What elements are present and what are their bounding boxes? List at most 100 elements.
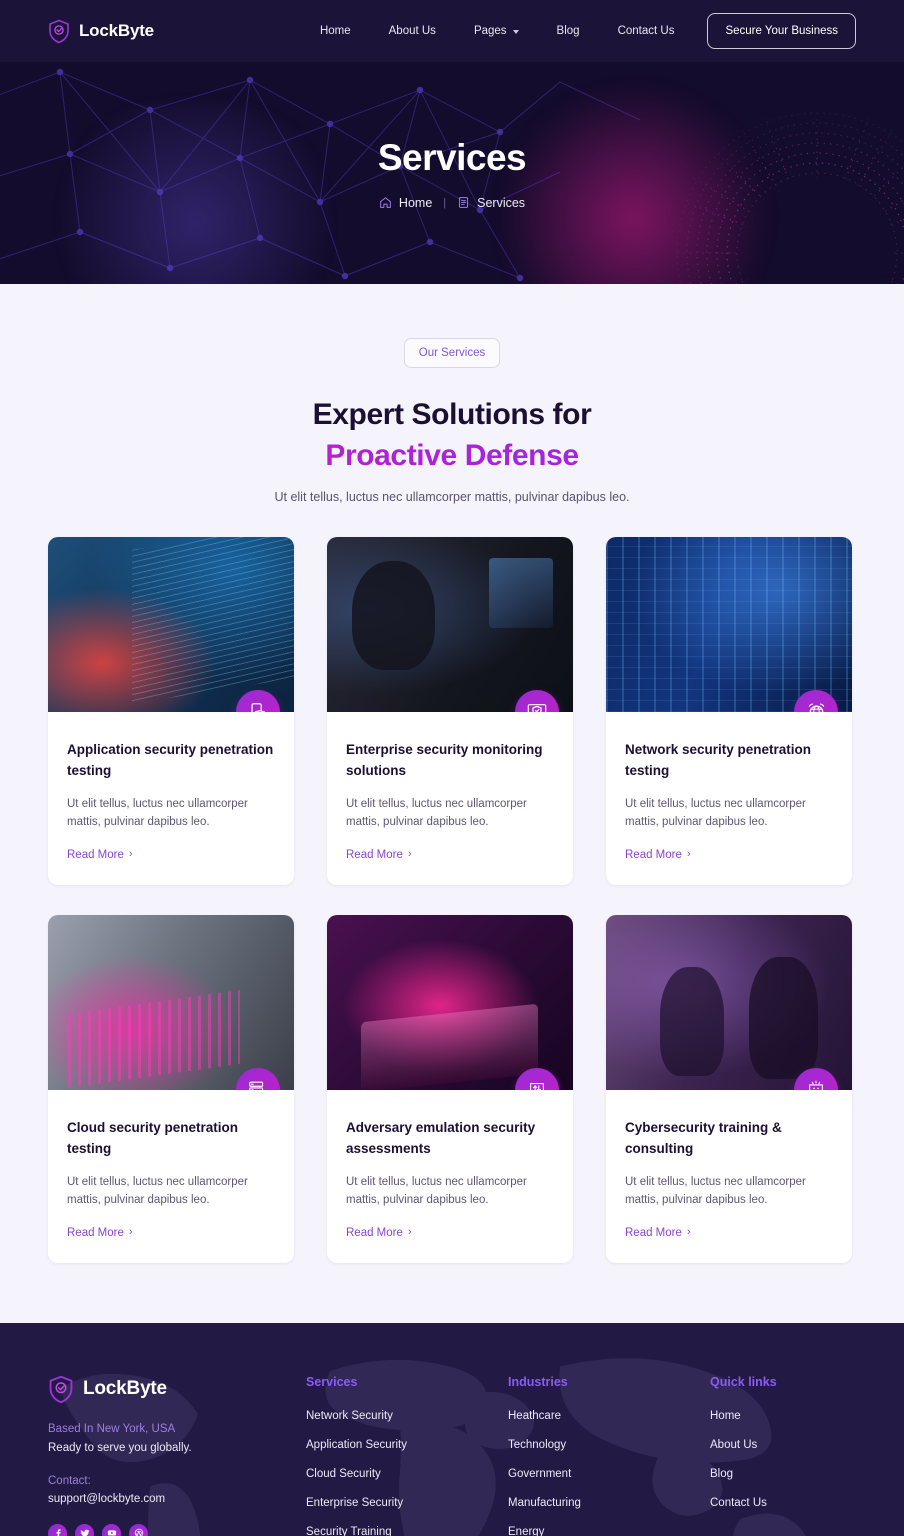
chevron-right-icon: › xyxy=(128,1226,133,1239)
footer-contact-label: Contact: xyxy=(48,1474,91,1487)
card-text: Ut elit tellus, luctus nec ullamcorper m… xyxy=(346,1175,527,1207)
read-more-label: Read More xyxy=(346,1226,403,1239)
footer-link[interactable]: Government xyxy=(508,1468,710,1480)
card-body: Adversary emulation security assessments… xyxy=(327,1090,573,1263)
card-media xyxy=(327,914,573,1090)
footer-link[interactable]: Energy xyxy=(508,1526,710,1536)
footer-tagline: Ready to serve you globally. xyxy=(48,1441,192,1454)
footer-columns: LockByte Based In New York, USA Ready to… xyxy=(48,1375,856,1536)
brand-logo[interactable]: LockByte xyxy=(48,19,154,44)
card-body: Enterprise security monitoring solutions… xyxy=(327,712,573,885)
breadcrumb-item-home[interactable]: Home xyxy=(379,196,432,210)
footer-link[interactable]: Heathcare xyxy=(508,1410,710,1422)
card-text: Ut elit tellus, luctus nec ullamcorper m… xyxy=(67,797,248,829)
read-more-link[interactable]: Read More › xyxy=(625,849,691,861)
chevron-down-icon xyxy=(512,29,519,34)
card-media xyxy=(48,914,294,1090)
service-card[interactable]: Adversary emulation security assessments… xyxy=(327,914,573,1263)
breadcrumb: Home | Services xyxy=(379,196,525,210)
breadcrumb-label: Services xyxy=(477,195,526,210)
card-image xyxy=(48,914,294,1090)
read-more-link[interactable]: Read More › xyxy=(346,849,412,861)
card-body: Cybersecurity training & consulting Ut e… xyxy=(606,1090,852,1263)
read-more-link[interactable]: Read More › xyxy=(625,1227,691,1239)
nav-label: Home xyxy=(319,25,351,37)
section-heading: Expert Solutions for Proactive Defense xyxy=(0,394,904,477)
card-media xyxy=(606,536,852,712)
chevron-right-icon: › xyxy=(407,848,412,861)
card-text: Ut elit tellus, luctus nec ullamcorper m… xyxy=(346,797,527,829)
service-card[interactable]: Enterprise security monitoring solutions… xyxy=(327,536,573,885)
hero-banner: Services Home | Services xyxy=(0,62,904,284)
shield-check-icon xyxy=(49,19,69,43)
read-more-link[interactable]: Read More › xyxy=(67,1227,133,1239)
footer-address: Based In New York, USA xyxy=(48,1422,176,1435)
footer-link[interactable]: Home xyxy=(710,1410,777,1422)
footer-link[interactable]: Cloud Security xyxy=(306,1468,508,1480)
services-page: LockByte Home About Us Pages Blog Contac… xyxy=(0,0,904,1536)
laptop-arrows-icon xyxy=(529,1082,545,1090)
footer-link[interactable]: Manufacturing xyxy=(508,1497,710,1509)
twitter-icon[interactable] xyxy=(75,1523,94,1536)
section-heading-line2: Proactive Defense xyxy=(0,435,904,476)
card-body: Network security penetration testing Ut … xyxy=(606,712,852,885)
service-card[interactable]: Cybersecurity training & consulting Ut e… xyxy=(606,914,852,1263)
footer-link[interactable]: Blog xyxy=(710,1468,777,1480)
service-card[interactable]: Network security penetration testing Ut … xyxy=(606,536,852,885)
card-image xyxy=(606,914,852,1090)
footer-link[interactable]: Enterprise Security xyxy=(306,1497,508,1509)
services-grid: Application security penetration testing… xyxy=(48,536,856,1263)
youtube-icon[interactable] xyxy=(102,1523,121,1536)
card-title: Adversary emulation security assessments xyxy=(346,1119,536,1156)
main-nav: Home About Us Pages Blog Contact Us Secu… xyxy=(301,13,856,49)
service-card[interactable]: Cloud security penetration testing Ut el… xyxy=(48,914,294,1263)
nav-item-about-us[interactable]: About Us xyxy=(370,25,455,37)
card-image xyxy=(606,536,852,712)
server-check-icon xyxy=(249,1081,264,1090)
footer-email[interactable]: support@lockbyte.com xyxy=(48,1493,306,1505)
footer-link[interactable]: Network Security xyxy=(306,1410,508,1422)
footer-heading: Quick links xyxy=(710,1374,777,1389)
read-more-link[interactable]: Read More › xyxy=(67,849,133,861)
nav-item-home[interactable]: Home xyxy=(301,25,370,37)
nav-label: About Us xyxy=(388,25,436,37)
card-title: Enterprise security monitoring solutions xyxy=(346,741,543,778)
nav-item-pages[interactable]: Pages xyxy=(455,25,538,37)
read-more-link[interactable]: Read More › xyxy=(346,1227,412,1239)
section-badge[interactable]: Our Services xyxy=(403,338,501,368)
laptop-smile-icon xyxy=(808,1080,824,1090)
chevron-right-icon: › xyxy=(686,1226,691,1239)
footer-link[interactable]: Application Security xyxy=(306,1439,508,1451)
services-section: Our Services Expert Solutions for Proact… xyxy=(0,284,904,1323)
monitor-shield-check-icon xyxy=(527,703,547,712)
card-title: Cloud security penetration testing xyxy=(67,1119,239,1156)
card-body: Cloud security penetration testing Ut el… xyxy=(48,1090,294,1263)
footer-link[interactable]: Security Training xyxy=(306,1526,508,1536)
footer-link[interactable]: About Us xyxy=(710,1439,777,1451)
read-more-label: Read More xyxy=(346,848,403,861)
card-media xyxy=(327,536,573,712)
card-title: Network security penetration testing xyxy=(625,741,812,778)
card-text: Ut elit tellus, luctus nec ullamcorper m… xyxy=(625,1175,806,1207)
nav-item-blog[interactable]: Blog xyxy=(538,25,599,37)
document-icon xyxy=(459,197,469,208)
footer-link[interactable]: Technology xyxy=(508,1439,710,1451)
footer-link[interactable]: Contact Us xyxy=(710,1497,777,1509)
card-image xyxy=(327,914,573,1090)
chevron-right-icon: › xyxy=(407,1226,412,1239)
secure-your-business-button[interactable]: Secure Your Business xyxy=(707,13,856,49)
globe-network-icon xyxy=(808,703,824,712)
facebook-icon[interactable] xyxy=(48,1523,67,1536)
wordpress-icon[interactable] xyxy=(129,1523,148,1536)
social-links xyxy=(48,1523,306,1536)
breadcrumb-label: Home xyxy=(398,195,433,210)
chevron-right-icon: › xyxy=(128,848,133,861)
chevron-right-icon: › xyxy=(686,848,691,861)
footer-brand-logo[interactable]: LockByte xyxy=(48,1375,306,1404)
card-title: Application security penetration testing xyxy=(67,741,274,778)
card-text: Ut elit tellus, luctus nec ullamcorper m… xyxy=(625,797,806,829)
nav-item-contact-us[interactable]: Contact Us xyxy=(599,25,694,37)
service-card[interactable]: Application security penetration testing… xyxy=(48,536,294,885)
footer-heading: Industries xyxy=(508,1374,568,1389)
footer-column-industries: Industries Heathcare Technology Governme… xyxy=(508,1375,710,1536)
